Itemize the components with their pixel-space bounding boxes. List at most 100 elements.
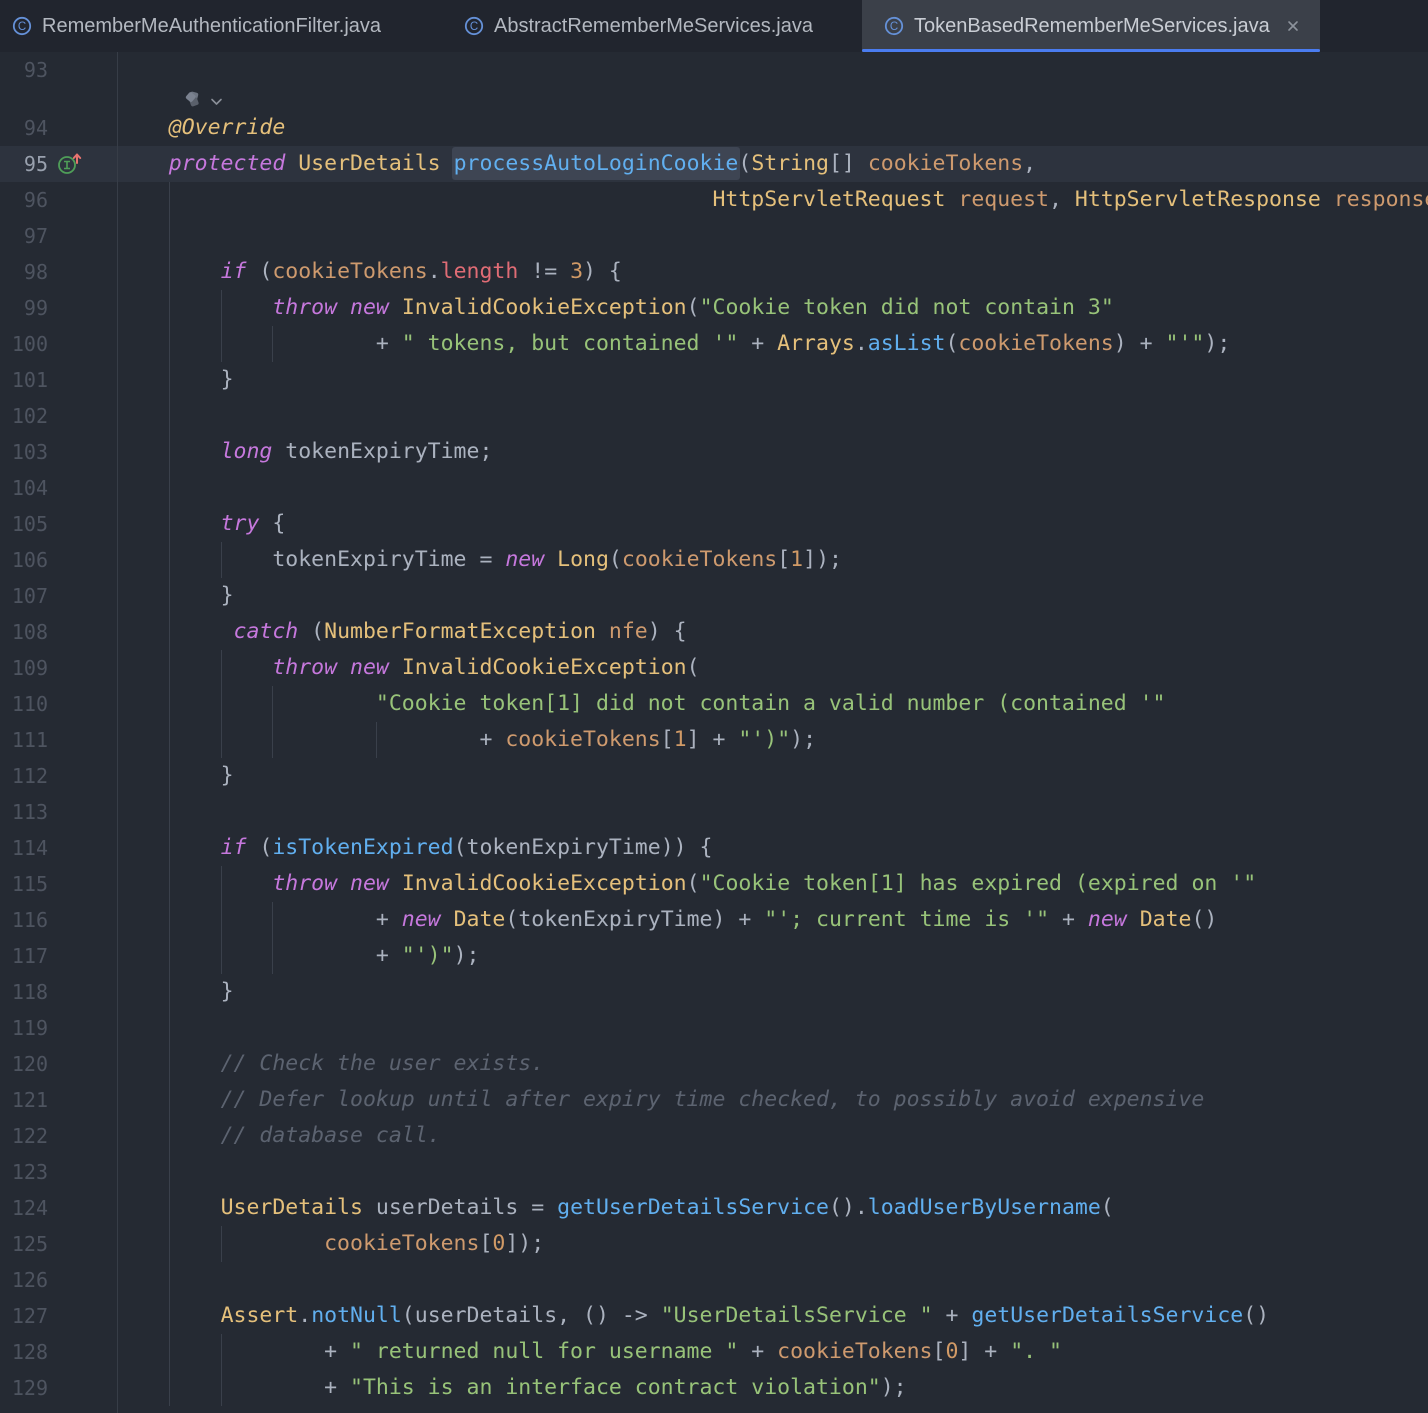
ai-assistant-icon[interactable] [184, 90, 202, 108]
token-pl: } [221, 367, 234, 392]
close-icon[interactable] [1286, 19, 1300, 33]
code-text: long tokenExpiryTime; [117, 434, 492, 470]
chevron-down-icon[interactable] [210, 94, 223, 105]
line-number[interactable]: 122 [0, 1118, 48, 1154]
code-line[interactable]: 123 [0, 1154, 1428, 1190]
line-number[interactable]: 106 [0, 542, 48, 578]
code-line[interactable]: 129 + "This is an interface contract vio… [0, 1370, 1428, 1406]
line-number[interactable]: 103 [0, 434, 48, 470]
line-number[interactable]: 127 [0, 1298, 48, 1334]
code-line[interactable]: 126 [0, 1262, 1428, 1298]
line-number[interactable]: 115 [0, 866, 48, 902]
code-line[interactable]: 113 [0, 794, 1428, 830]
class-icon: C [884, 16, 904, 36]
code-line[interactable]: 103 long tokenExpiryTime; [0, 434, 1428, 470]
token-kw: catch [234, 619, 299, 644]
line-number[interactable]: 108 [0, 614, 48, 650]
line-number[interactable]: 116 [0, 902, 48, 938]
token-kw: try [221, 511, 260, 536]
token-pl: , [1049, 187, 1075, 212]
code-line[interactable]: 99 throw new InvalidCookieException("Coo… [0, 290, 1428, 326]
line-number[interactable]: 94 [0, 110, 48, 146]
code-line[interactable]: 98 if (cookieTokens.length != 3) { [0, 254, 1428, 290]
tab-tokenbasedremembermeservices[interactable]: C TokenBasedRememberMeServices.java [862, 0, 1320, 52]
line-number[interactable]: 99 [0, 290, 48, 326]
line-number[interactable]: 102 [0, 398, 48, 434]
token-kw: new [505, 547, 544, 572]
code-line[interactable]: 125 cookieTokens[0]); [0, 1226, 1428, 1262]
line-number[interactable]: 117 [0, 938, 48, 974]
token-pl: ) + [1114, 331, 1166, 356]
line-number[interactable]: 129 [0, 1370, 48, 1406]
code-line[interactable]: 108 catch (NumberFormatException nfe) { [0, 614, 1428, 650]
code-line[interactable]: 104 [0, 470, 1428, 506]
tab-remembermeauthenticationfilter[interactable]: C RememberMeAuthenticationFilter.java [0, 0, 430, 52]
line-number[interactable]: 114 [0, 830, 48, 866]
code-line[interactable]: 105 try { [0, 506, 1428, 542]
code-line[interactable]: 117 + "')"); [0, 938, 1428, 974]
token-num: 0 [492, 1231, 505, 1256]
token-param: cookieTokens [324, 1231, 479, 1256]
code-line[interactable]: 101 } [0, 362, 1428, 398]
code-line[interactable]: 115 throw new InvalidCookieException("Co… [0, 866, 1428, 902]
line-number[interactable]: 95 [0, 146, 48, 182]
line-number[interactable]: 111 [0, 722, 48, 758]
line-number[interactable]: 119 [0, 1010, 48, 1046]
code-line[interactable]: 100 + " tokens, but contained '" + Array… [0, 326, 1428, 362]
code-line[interactable]: 102 [0, 398, 1428, 434]
code-line[interactable]: 121 // Defer lookup until after expiry t… [0, 1082, 1428, 1118]
line-number[interactable]: 112 [0, 758, 48, 794]
token-pl: + [376, 907, 402, 932]
tab-abstractremembermeservices[interactable]: C AbstractRememberMeServices.java [430, 0, 862, 52]
line-number[interactable]: 123 [0, 1154, 48, 1190]
line-number[interactable]: 101 [0, 362, 48, 398]
code-line[interactable]: 95 protected UserDetails processAutoLogi… [0, 146, 1428, 182]
code-line[interactable]: 119 [0, 1010, 1428, 1046]
code-line[interactable]: 128 + " returned null for username " + c… [0, 1334, 1428, 1370]
line-number[interactable]: 120 [0, 1046, 48, 1082]
code-line[interactable]: 118 } [0, 974, 1428, 1010]
token-fn: notNull [311, 1303, 402, 1328]
line-number[interactable]: 110 [0, 686, 48, 722]
line-number[interactable]: 97 [0, 218, 48, 254]
line-number[interactable]: 105 [0, 506, 48, 542]
token-pl: ); [454, 943, 480, 968]
line-number[interactable]: 104 [0, 470, 48, 506]
code-line[interactable]: 106 tokenExpiryTime = new Long(cookieTok… [0, 542, 1428, 578]
token-fn: getUserDetailsService [557, 1195, 829, 1220]
line-number[interactable]: 121 [0, 1082, 48, 1118]
code-line[interactable]: 116 + new Date(tokenExpiryTime) + "'; cu… [0, 902, 1428, 938]
token-pl [285, 151, 298, 176]
code-line[interactable]: 96 HttpServletRequest request, HttpServl… [0, 182, 1428, 218]
code-line[interactable]: 114 if (isTokenExpired(tokenExpiryTime))… [0, 830, 1428, 866]
override-gutter-icon[interactable] [56, 151, 86, 177]
code-line[interactable]: 122 // database call. [0, 1118, 1428, 1154]
token-cls: Date [1140, 907, 1192, 932]
code-line[interactable]: 94 @Override [0, 110, 1428, 146]
code-line[interactable]: 110 "Cookie token[1] did not contain a v… [0, 686, 1428, 722]
code-line[interactable]: 109 throw new InvalidCookieException( [0, 650, 1428, 686]
code-line[interactable]: 93 [0, 52, 1428, 88]
line-number[interactable]: 113 [0, 794, 48, 830]
code-line[interactable]: 97 [0, 218, 1428, 254]
line-number[interactable]: 125 [0, 1226, 48, 1262]
line-number[interactable]: 118 [0, 974, 48, 1010]
line-number[interactable]: 100 [0, 326, 48, 362]
line-number[interactable]: 124 [0, 1190, 48, 1226]
token-fnhl: processAutoLoginCookie [452, 147, 741, 180]
line-number[interactable]: 128 [0, 1334, 48, 1370]
token-pl: } [221, 763, 234, 788]
code-line[interactable]: 111 + cookieTokens[1] + "')"); [0, 722, 1428, 758]
line-number[interactable]: 109 [0, 650, 48, 686]
token-pl: ); [881, 1375, 907, 1400]
line-number[interactable]: 98 [0, 254, 48, 290]
code-line[interactable]: 127 Assert.notNull(userDetails, () -> "U… [0, 1298, 1428, 1334]
line-number[interactable]: 93 [0, 52, 48, 88]
line-number[interactable]: 96 [0, 182, 48, 218]
code-line[interactable]: 124 UserDetails userDetails = getUserDet… [0, 1190, 1428, 1226]
code-line[interactable]: 120 // Check the user exists. [0, 1046, 1428, 1082]
code-line[interactable]: 112 } [0, 758, 1428, 794]
line-number[interactable]: 107 [0, 578, 48, 614]
line-number[interactable]: 126 [0, 1262, 48, 1298]
code-line[interactable]: 107 } [0, 578, 1428, 614]
